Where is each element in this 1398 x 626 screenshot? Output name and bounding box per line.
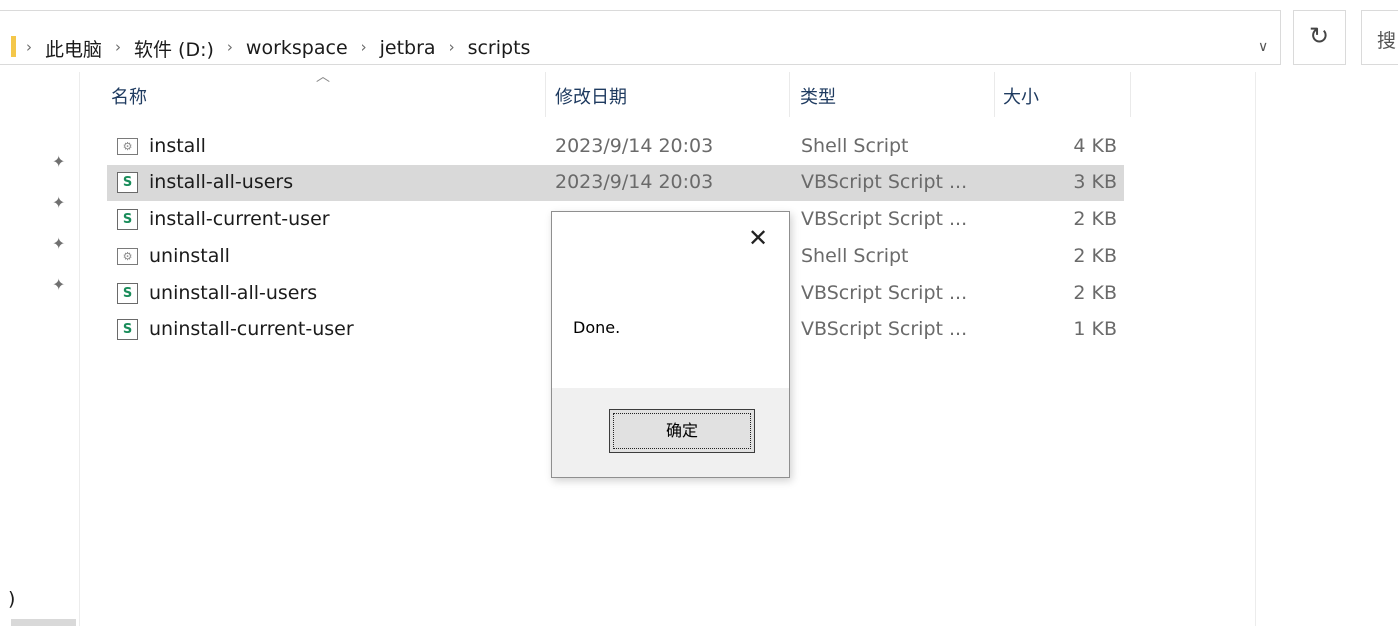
vbscript-icon: S [117, 283, 138, 304]
vbscript-icon: S [117, 209, 138, 230]
column-header-date[interactable]: 修改日期 [546, 72, 790, 117]
file-size: 3 KB [1073, 171, 1117, 193]
file-type: VBScript Script ... [801, 171, 968, 193]
pin-icon[interactable]: ✦ [52, 193, 65, 212]
file-name: install-current-user [149, 208, 330, 230]
pin-icon[interactable]: ✦ [52, 234, 65, 253]
file-size: 2 KB [1073, 282, 1117, 304]
nav-item-label[interactable]: ) [8, 588, 15, 610]
chevron-right-icon[interactable]: › [26, 38, 32, 56]
close-icon[interactable]: ✕ [748, 226, 768, 250]
refresh-icon: ↻ [1309, 22, 1330, 50]
breadcrumb-jetbra[interactable]: jetbra [380, 37, 436, 59]
file-type: VBScript Script ... [801, 282, 968, 304]
chevron-down-icon[interactable]: ∨ [1258, 39, 1268, 55]
address-bar[interactable]: › 此电脑 › 软件 (D:) › workspace › jetbra › s… [0, 10, 1281, 65]
file-type: VBScript Script ... [801, 318, 968, 340]
file-name: install-all-users [149, 171, 294, 193]
breadcrumb-drive-d[interactable]: 软件 (D:) [134, 35, 214, 62]
search-box[interactable]: 搜 [1361, 10, 1398, 65]
folder-icon [11, 36, 16, 57]
dialog-footer: 确定 [552, 388, 789, 477]
ok-button-label: 确定 [613, 413, 751, 449]
breadcrumb-this-pc[interactable]: 此电脑 [45, 35, 102, 62]
breadcrumb-scripts[interactable]: scripts [468, 37, 531, 59]
file-size: 2 KB [1073, 245, 1117, 267]
file-size: 4 KB [1073, 135, 1117, 157]
file-size: 2 KB [1073, 208, 1117, 230]
chevron-right-icon[interactable]: › [449, 38, 455, 56]
pin-icon[interactable]: ✦ [52, 275, 65, 294]
ok-button[interactable]: 确定 [609, 409, 755, 453]
column-header-name[interactable]: 名称 [80, 72, 546, 117]
vbscript-icon: S [117, 319, 138, 340]
file-row[interactable]: S install-all-users 2023/9/14 20:03 VBSc… [107, 165, 1124, 201]
column-header-type[interactable]: 类型 [790, 72, 995, 117]
file-name: uninstall-all-users [149, 282, 318, 304]
file-type: Shell Script [801, 135, 909, 157]
file-name: uninstall-current-user [149, 318, 354, 340]
file-size: 1 KB [1073, 318, 1117, 340]
file-name: uninstall [149, 245, 230, 267]
dialog-message: Done. [573, 318, 621, 337]
vbscript-icon: S [117, 172, 138, 193]
nav-scrollbar[interactable] [11, 619, 76, 626]
navigation-pane [0, 72, 80, 626]
search-placeholder: 搜 [1377, 30, 1397, 52]
chevron-right-icon[interactable]: › [115, 38, 121, 56]
breadcrumb-workspace[interactable]: workspace [246, 37, 348, 59]
chevron-right-icon[interactable]: › [361, 38, 367, 56]
refresh-button[interactable]: ↻ [1293, 10, 1346, 65]
file-date: 2023/9/14 20:03 [555, 135, 714, 157]
pin-icon[interactable]: ✦ [52, 152, 65, 171]
file-type: Shell Script [801, 245, 909, 267]
file-name: install [149, 135, 206, 157]
shell-script-icon: ⚙ [117, 138, 138, 155]
chevron-right-icon[interactable]: › [227, 38, 233, 56]
file-type: VBScript Script ... [801, 208, 968, 230]
breadcrumb: › 此电脑 › 软件 (D:) › workspace › jetbra › s… [26, 32, 530, 64]
shell-script-icon: ⚙ [117, 248, 138, 265]
message-dialog: ✕ Done. 确定 [551, 211, 790, 478]
column-header-size[interactable]: 大小 [995, 72, 1131, 117]
file-date: 2023/9/14 20:03 [555, 171, 714, 193]
details-pane-divider [1255, 72, 1256, 626]
file-row[interactable]: ⚙ install 2023/9/14 20:03 Shell Script 4… [107, 129, 1124, 165]
